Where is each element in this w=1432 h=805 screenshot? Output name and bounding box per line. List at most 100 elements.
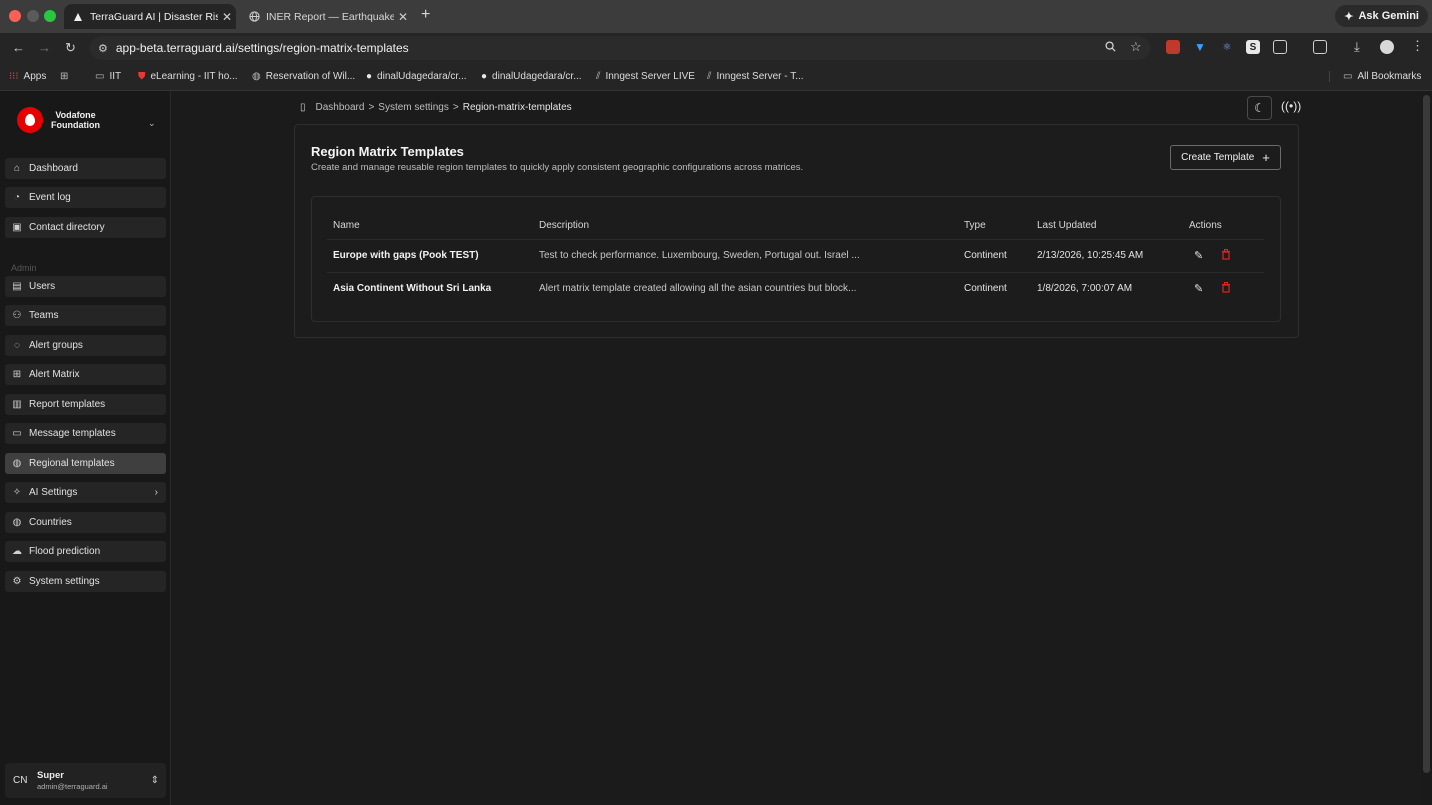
bookmark-label: dinalUdagedara/cr... [492,71,582,82]
home-icon: ⌂ [13,163,21,174]
scrollbar-thumb[interactable] [1423,95,1430,773]
breadcrumb-separator: > [368,102,375,113]
cell-description: Test to check performance. Luxembourg, S… [539,250,860,261]
bookmark-github-1[interactable]: ● dinalUdagedara/cr... [366,71,467,82]
sidebar-item-teams[interactable]: ⚇ Teams [5,305,166,326]
address-url[interactable]: app-beta.terraguard.ai/settings/region-m… [116,41,409,55]
cell-description: Alert matrix template created allowing a… [539,283,857,294]
apps-grid-icon: ⁝⁝⁝ [9,71,19,82]
bookmark-reservation[interactable]: ◍ Reservation of Wil... [252,71,355,82]
edit-pencil-icon[interactable]: ✎ [1194,249,1203,262]
breadcrumb-dashboard[interactable]: Dashboard [316,102,365,113]
terraguard-favicon-icon [72,11,84,23]
avatar: CN [13,775,28,786]
sidebar-item-users[interactable]: ▤ Users [5,276,166,297]
browser-tab-terraguard[interactable]: TerraGuard AI | Disaster Risk ✕ [64,4,236,29]
tab-groups-icon: ⊞ [60,71,69,82]
page-scrollbar[interactable] [1421,91,1432,805]
sidebar-item-event-log[interactable]: ◔ Event log [5,187,166,208]
delete-trash-icon[interactable] [1221,282,1231,296]
bookmark-star-icon[interactable]: ☆ [1130,39,1142,55]
back-arrow-icon[interactable]: ← [12,40,25,55]
page-title: Region Matrix Templates [311,144,464,159]
sidebar-item-dashboard[interactable]: ⌂ Dashboard [5,158,166,179]
sidebar-item-message-templates[interactable]: ▭ Message templates [5,423,166,444]
site-settings-icon[interactable]: ⚙ [98,42,108,55]
sidebar-item-alert-groups[interactable]: ◌ Alert groups [5,335,166,356]
delete-trash-icon[interactable] [1221,249,1231,263]
sidebar-item-contact-directory[interactable]: ▣ Contact directory [5,217,166,238]
bookmark-github-2[interactable]: ● dinalUdagedara/cr... [481,71,582,82]
column-header-type[interactable]: Type [964,220,986,231]
zoom-icon[interactable] [1105,41,1116,55]
bookmark-tab-groups[interactable]: ⊞ [60,71,68,82]
column-header-description[interactable]: Description [539,220,589,231]
inngest-icon: ⫽ [707,71,712,82]
sparkles-icon: ✧ [12,487,22,498]
section-label-admin: Admin [11,263,37,273]
browser-tabstrip: TerraGuard AI | Disaster Risk ✕ INER Rep… [0,0,1432,33]
address-bar[interactable]: ⚙ app-beta.terraguard.ai/settings/region… [90,36,1150,60]
org-name-line1: Vodafone [55,110,96,120]
sidebar-item-system-settings[interactable]: ⚙ System settings [5,571,166,592]
extensions-puzzle-icon[interactable] [1273,40,1287,54]
users-icon: ⚇ [12,310,22,321]
moon-icon: ☾ [1254,101,1265,115]
bookmark-elearning[interactable]: ⛊ eLearning - IIT ho... [138,71,238,82]
browser-tab-iner-report[interactable]: INER Report — Earthquake in ✕ [240,4,412,29]
bookmark-inngest-live[interactable]: ⫽ Inngest Server LIVE [596,71,695,82]
org-switcher[interactable]: Vodafone Foundation [17,107,100,133]
user-menu[interactable]: CN Super admin@terraguard.ai ⇕ [5,763,166,798]
browser-menu-icon[interactable]: ⋮ [1411,38,1424,54]
sidebar-item-label: Users [29,281,56,292]
profile-avatar-icon[interactable] [1380,40,1394,54]
extension-red-icon[interactable] [1166,40,1180,54]
window-minimize-button[interactable] [27,10,39,22]
inngest-icon: ⫽ [596,71,601,82]
tab-close-icon[interactable]: ✕ [218,10,236,24]
sidebar-item-regional-templates[interactable]: ◍ Regional templates [5,453,166,474]
sidebar-item-label: Alert Matrix [29,369,80,380]
extension-s-icon[interactable]: S [1246,40,1260,54]
window-maximize-button[interactable] [44,10,56,22]
sidebar-item-ai-settings[interactable]: ✧ AI Settings › [5,482,166,503]
forward-arrow-icon[interactable]: → [38,40,51,55]
gear-icon: ⚙ [12,576,22,587]
bookmark-label: Reservation of Wil... [265,71,356,82]
tab-close-icon[interactable]: ✕ [394,10,412,24]
sidebar-item-flood-prediction[interactable]: ☁ Flood prediction [5,541,166,562]
extension-react-icon[interactable]: ⚛ [1220,40,1234,54]
sidebar-item-alert-matrix[interactable]: ⊞ Alert Matrix [5,364,166,385]
reload-icon[interactable]: ↻ [65,40,76,56]
sidebar-item-report-templates[interactable]: ▥ Report templates [5,394,166,415]
table-divider [327,239,1264,240]
sidebar-item-label: Message templates [29,428,116,439]
ask-gemini-label: Ask Gemini [1358,10,1419,22]
window-close-button[interactable] [9,10,21,22]
edit-pencil-icon[interactable]: ✎ [1194,282,1203,295]
column-header-actions: Actions [1189,220,1222,231]
broadcast-icon[interactable]: ((•)) [1281,99,1301,113]
breadcrumb-current: Region-matrix-templates [462,102,572,113]
bookmark-apps[interactable]: ⁝⁝⁝ Apps [9,71,46,82]
sidebar-item-label: Flood prediction [29,546,101,557]
ask-gemini-button[interactable]: ✦ Ask Gemini [1335,5,1428,27]
tab-search-icon[interactable] [1313,40,1327,54]
breadcrumb-system-settings[interactable]: System settings [378,102,449,113]
chevron-right-icon: › [154,487,158,498]
download-icon[interactable]: ⤓ [1354,39,1360,55]
column-header-last-updated[interactable]: Last Updated [1037,220,1097,231]
create-template-button[interactable]: Create Template + [1170,145,1281,170]
chevron-down-icon[interactable]: ⌄ [148,118,156,129]
bookmark-inngest-test[interactable]: ⫽ Inngest Server - T... [707,71,804,82]
sidebar-toggle-icon[interactable]: ▯ [300,102,306,113]
bookmark-label: IIT [109,71,122,82]
theme-toggle-button[interactable]: ☾ [1247,96,1272,120]
new-tab-button[interactable]: + [421,6,430,24]
plus-icon: + [1262,150,1270,165]
sidebar-item-countries[interactable]: ◍ Countries [5,512,166,533]
all-bookmarks[interactable]: ▭ All Bookmarks [1329,71,1421,82]
extension-blue-diamond-icon[interactable]: ▼ [1193,40,1207,54]
column-header-name[interactable]: Name [333,220,360,231]
bookmark-iit[interactable]: ▭ IIT [95,71,121,82]
